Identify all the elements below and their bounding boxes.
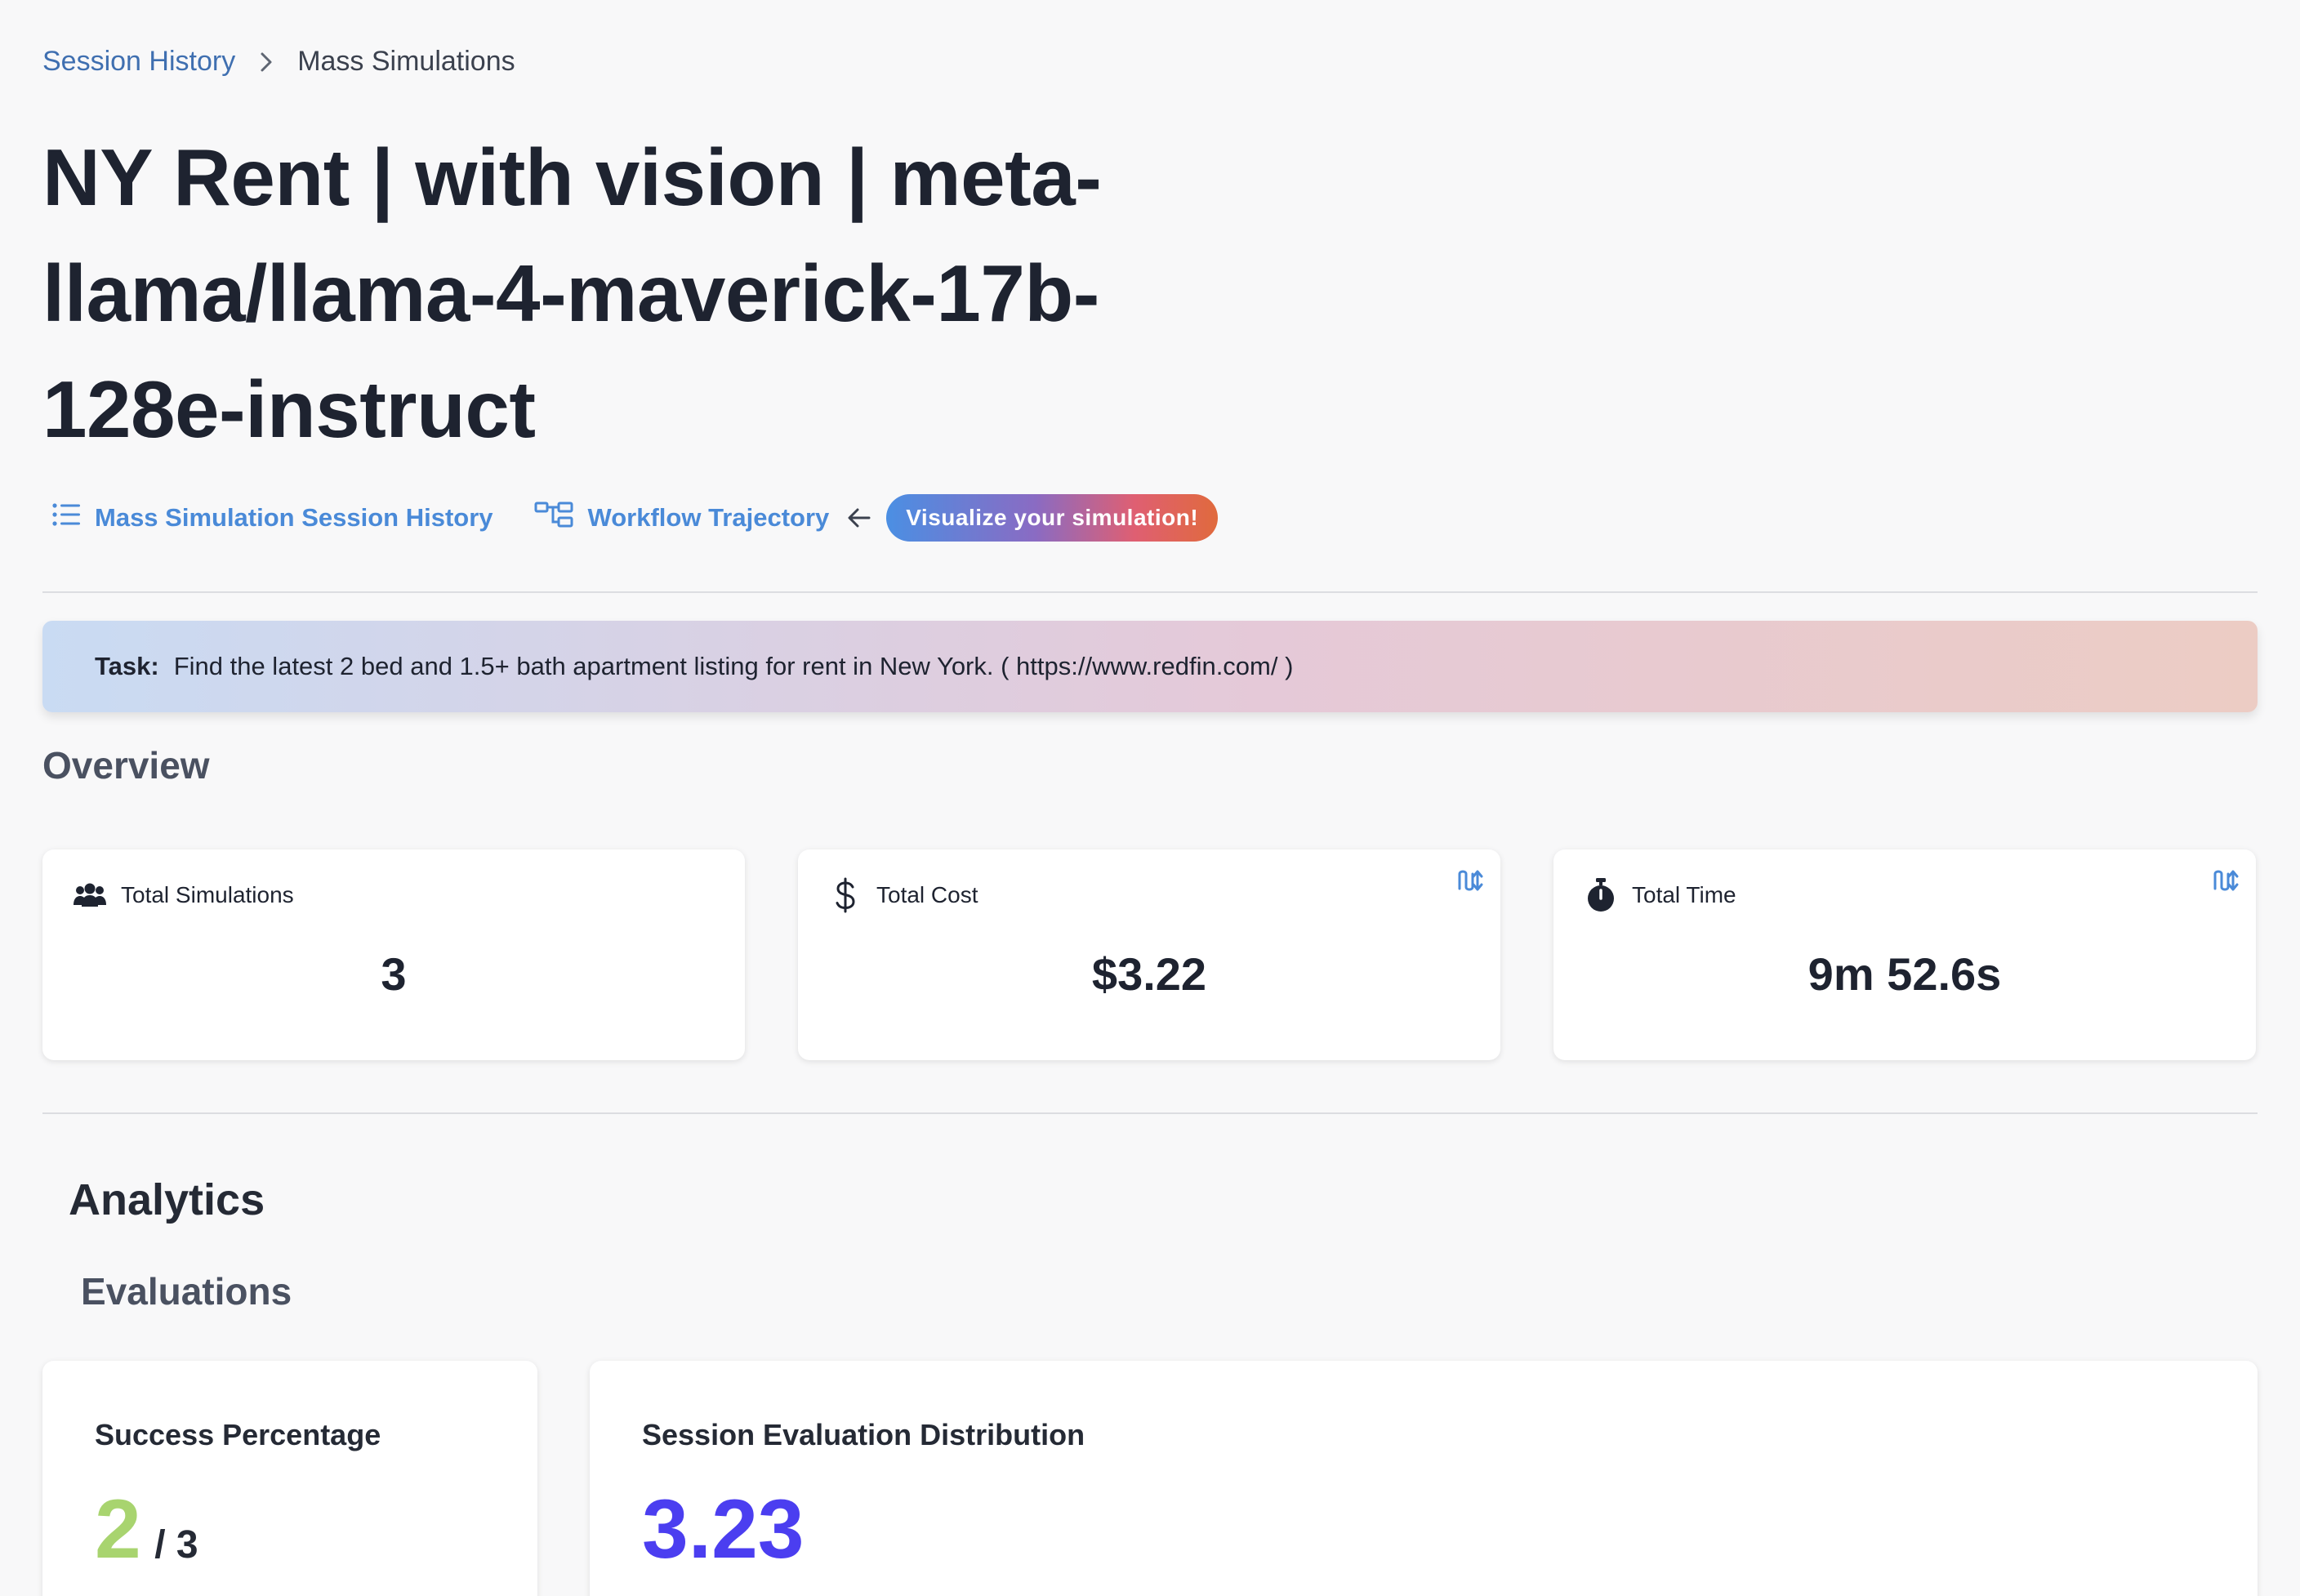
success-value: 2 <box>95 1482 141 1576</box>
divider <box>42 591 2258 593</box>
list-icon <box>52 502 95 533</box>
dollar-icon <box>827 877 863 913</box>
stat-label: Total Simulations <box>121 882 294 907</box>
task-label: Task: <box>95 652 159 680</box>
task-text: Find the latest 2 bed and 1.5+ bath apar… <box>173 652 1294 680</box>
breadcrumb-session-history-link[interactable]: Session History <box>42 46 235 78</box>
compare-toggle-icon[interactable] <box>1456 867 1484 898</box>
success-count: 2 / 3 <box>95 1482 198 1577</box>
stat-card-total-cost: Total Cost $3.22 <box>798 849 1500 1060</box>
success-percentage-title: Success Percentage <box>95 1418 381 1451</box>
link-row: Mass Simulation Session History Workflow… <box>52 493 1219 542</box>
workflow-trajectory-link[interactable]: Workflow Trajectory <box>534 501 830 535</box>
stat-label: Total Time <box>1632 882 1736 907</box>
stat-label: Total Cost <box>876 882 978 907</box>
stat-value: $3.22 <box>1091 948 1207 1000</box>
chevron-right-icon <box>260 51 273 73</box>
task-banner: Task: Find the latest 2 bed and 1.5+ bat… <box>42 621 2258 712</box>
success-percentage-card: Success Percentage 2 / 3 <box>42 1361 537 1596</box>
divider <box>42 1112 2258 1114</box>
breadcrumb: Session History Mass Simulations <box>42 46 515 78</box>
compare-toggle-icon[interactable] <box>2212 867 2240 898</box>
mass-simulation-session-history-link[interactable]: Mass Simulation Session History <box>52 502 493 533</box>
overview-heading: Overview <box>42 744 210 787</box>
workflow-trajectory-label: Workflow Trajectory <box>587 503 830 532</box>
stopwatch-icon <box>1583 877 1619 913</box>
stat-card-total-time: Total Time 9m 52.6s <box>1553 849 2256 1060</box>
stat-value: 3 <box>381 948 407 1000</box>
distribution-title: Session Evaluation Distribution <box>642 1418 1085 1451</box>
distribution-value: 3.23 <box>642 1482 805 1576</box>
success-total: / 3 <box>154 1523 198 1567</box>
users-icon <box>72 877 108 913</box>
visualize-simulation-button[interactable]: Visualize your simulation! <box>886 494 1219 542</box>
page: Session History Mass Simulations NY Rent… <box>0 0 2300 1596</box>
arrow-left-icon <box>847 506 871 529</box>
workflow-tree-icon <box>534 501 588 535</box>
stat-card-total-simulations: Total Simulations 3 <box>42 849 745 1060</box>
session-evaluation-distribution-card: Session Evaluation Distribution 3.23 <box>590 1361 2258 1596</box>
evaluations-heading: Evaluations <box>81 1270 292 1313</box>
mass-simulation-session-history-label: Mass Simulation Session History <box>95 503 493 532</box>
breadcrumb-current: Mass Simulations <box>297 46 515 77</box>
page-title: NY Rent | with vision | meta-llama/llama… <box>42 132 1102 454</box>
analytics-heading: Analytics <box>69 1175 265 1224</box>
stat-value: 9m 52.6s <box>1807 948 2002 1000</box>
